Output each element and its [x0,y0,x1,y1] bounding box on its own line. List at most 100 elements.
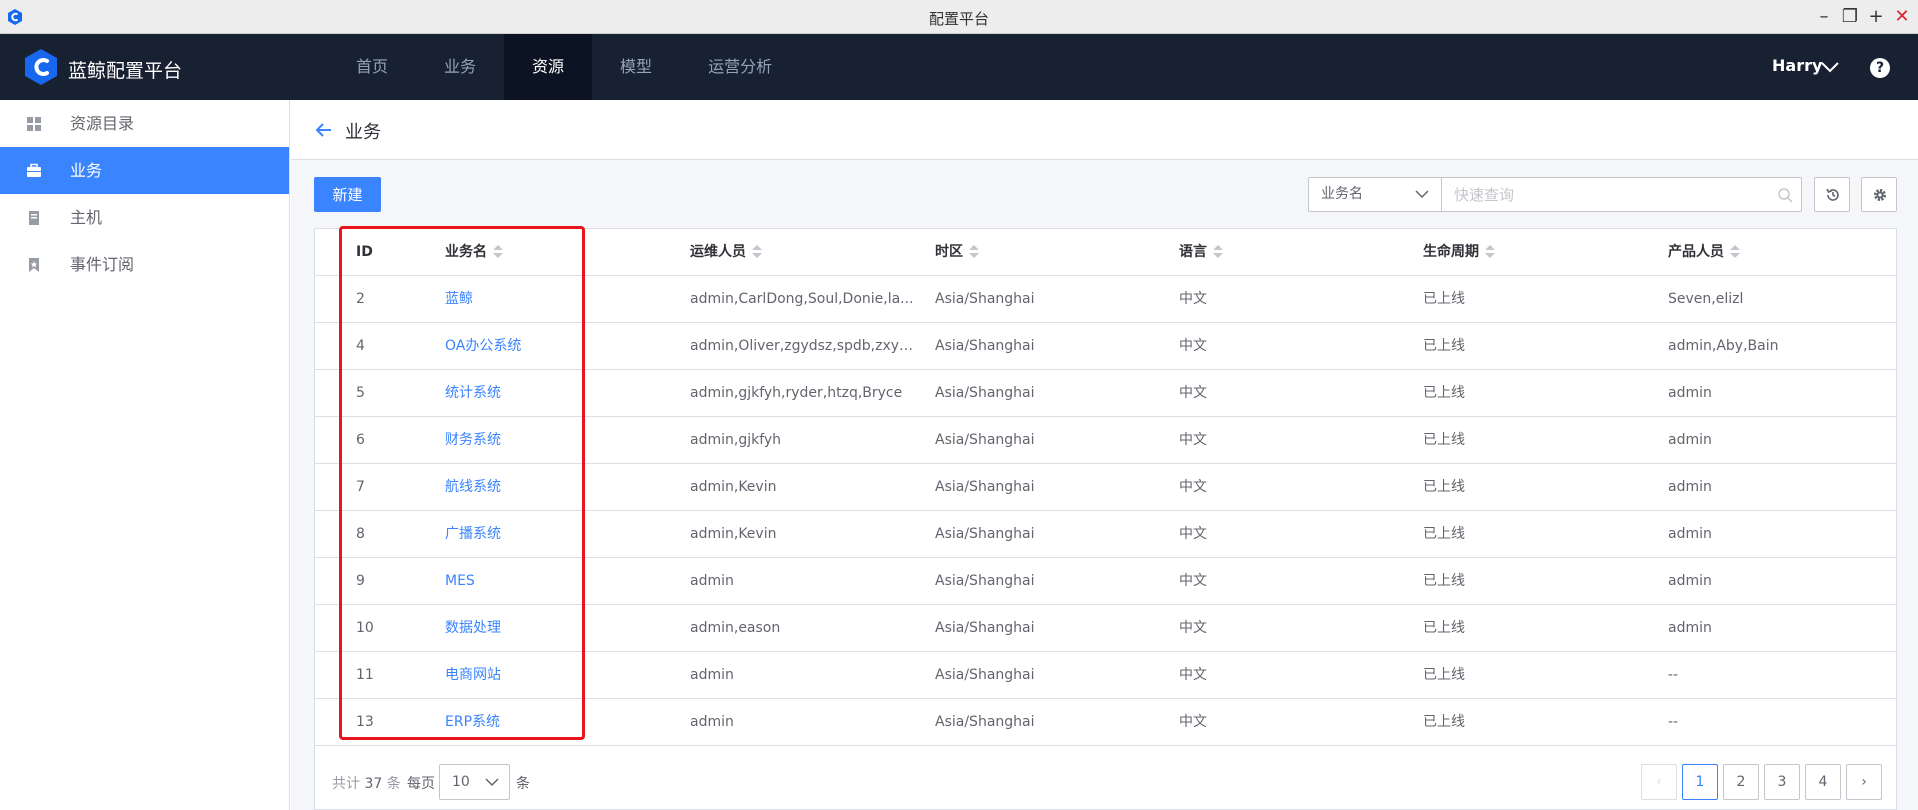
nav-item-model[interactable]: 模型 [592,34,680,100]
sidebar-item-event-subscription[interactable]: 事件订阅 [0,241,289,288]
brand-name[interactable]: 蓝鲸配置平台 [68,56,182,83]
sidebar-item-label: 业务 [70,161,103,180]
sort-icon[interactable] [493,245,503,259]
table-row[interactable]: 7 航线系统 admin,Kevin Asia/Shanghai 中文 已上线 admin [315,464,1896,511]
sidebar-item-host[interactable]: 主机 [0,194,289,241]
cell-operators: admin,gjkfyh [690,432,782,448]
table-row[interactable]: 2 蓝鲸 admin,CarlDong,Soul,Donie,la... Asia/S… [315,276,1896,323]
chevron-down-icon[interactable] [1820,60,1840,74]
history-button[interactable] [1814,177,1850,212]
table-row[interactable]: 8 广播系统 admin,Kevin Asia/Shanghai 中文 已上线 admin [315,511,1896,558]
cell-language: 中文 [1179,714,1207,730]
sidebar-item-business[interactable]: 业务 [0,147,289,194]
sidebar-item-resource-directory[interactable]: 资源目录 [0,100,289,147]
back-arrow-icon[interactable] [315,121,333,139]
cell-business-name[interactable]: 统计系统 [445,370,665,417]
cell-business-name[interactable]: 航线系统 [445,464,665,511]
sort-icon[interactable] [1485,245,1495,259]
cell-id: 7 [356,479,365,495]
cell-language: 中文 [1179,385,1207,401]
cell-language: 中文 [1179,620,1207,636]
sidebar-item-label: 主机 [70,208,103,227]
cell-operators: admin [690,667,734,683]
cell-language: 中文 [1179,432,1207,448]
column-header-product-staff[interactable]: 产品人员 [1668,229,1740,276]
settings-button[interactable] [1861,177,1897,212]
per-page-unit: 条 [516,776,530,792]
window-controls: – ❐ + ✕ [1814,7,1912,27]
table-row[interactable]: 11 电商网站 admin Asia/Shanghai 中文 已上线 -- [315,652,1896,699]
cell-timezone: Asia/Shanghai [935,291,1035,307]
cell-lifecycle: 已上线 [1423,714,1465,730]
column-header-operators[interactable]: 运维人员 [690,229,762,276]
history-icon [1826,188,1839,201]
cell-operators: admin,Kevin [690,479,777,495]
column-header-timezone[interactable]: 时区 [935,229,979,276]
per-page-select[interactable]: 10 [439,764,510,800]
cell-business-name[interactable]: 蓝鲸 [445,276,665,323]
nav-item-home[interactable]: 首页 [328,34,416,100]
sort-icon[interactable] [1213,245,1223,259]
cell-business-name[interactable]: 财务系统 [445,417,665,464]
nav-item-resource[interactable]: 资源 [504,34,593,100]
nav-item-business[interactable]: 业务 [416,34,504,100]
search-icon[interactable] [1777,187,1793,203]
filter-field-select[interactable]: 业务名 [1308,177,1442,212]
total-count: 共计 37 条 [332,776,401,792]
page-button-2[interactable]: 2 [1723,764,1759,800]
prev-page-button[interactable]: ‹ [1641,764,1677,800]
cell-product-staff: admin [1668,432,1712,448]
restore-icon[interactable]: ❐ [1840,7,1860,27]
sidebar-item-label: 资源目录 [70,114,135,133]
cell-business-name[interactable]: OA办公系统 [445,323,665,370]
help-icon[interactable]: ? [1870,58,1890,78]
cell-business-name[interactable]: 广播系统 [445,511,665,558]
page-button-1[interactable]: 1 [1682,764,1718,800]
table-row[interactable]: 5 统计系统 admin,gjkfyh,ryder,htzq,Bryce Asia/S… [315,370,1896,417]
main-content: 业务 新建 业务名 ID 业务名 运维人员 时区 语言 [291,100,1918,810]
cell-id: 13 [356,714,374,730]
cell-product-staff: -- [1668,714,1679,730]
window-title: 配置平台 [928,10,989,28]
close-icon[interactable]: ✕ [1892,7,1912,27]
minimize-icon[interactable]: – [1814,7,1834,27]
column-header-id[interactable]: ID [356,229,373,276]
sidebar: 资源目录 业务 主机 事件订阅 [0,100,290,810]
column-header-name[interactable]: 业务名 [445,229,503,276]
table-row[interactable]: 9 MES admin Asia/Shanghai 中文 已上线 admin [315,558,1896,605]
table-row[interactable]: 10 数据处理 admin,eason Asia/Shanghai 中文 已上线 admin [315,605,1896,652]
cell-business-name[interactable]: ERP系统 [445,699,665,746]
table-row[interactable]: 6 财务系统 admin,gjkfyh Asia/Shanghai 中文 已上线 admin [315,417,1896,464]
cell-timezone: Asia/Shanghai [935,432,1035,448]
search-input[interactable] [1441,177,1802,212]
column-header-lifecycle[interactable]: 生命周期 [1423,229,1495,276]
chevron-down-icon [1415,190,1429,199]
sort-icon[interactable] [1730,245,1740,259]
cell-business-name[interactable]: MES [445,558,665,605]
cell-lifecycle: 已上线 [1423,432,1465,448]
cell-timezone: Asia/Shanghai [935,620,1035,636]
cell-business-name[interactable]: 电商网站 [445,652,665,699]
maximize-icon[interactable]: + [1866,7,1886,27]
user-menu[interactable]: Harry [1772,56,1822,75]
cell-operators: admin,Kevin [690,526,777,542]
cell-product-staff: admin [1668,385,1712,401]
page-button-3[interactable]: 3 [1764,764,1800,800]
column-header-language[interactable]: 语言 [1179,229,1223,276]
nav-item-analytics[interactable]: 运营分析 [680,34,800,100]
table-row[interactable]: 4 OA办公系统 admin,Oliver,zgydsz,spdb,zxyh... A… [315,323,1896,370]
filter-field-value: 业务名 [1321,186,1363,202]
next-page-button[interactable]: › [1846,764,1882,800]
cell-business-name[interactable]: 数据处理 [445,605,665,652]
sort-icon[interactable] [752,245,762,259]
page-button-4[interactable]: 4 [1805,764,1841,800]
cell-timezone: Asia/Shanghai [935,526,1035,542]
cell-lifecycle: 已上线 [1423,620,1465,636]
new-button[interactable]: 新建 [314,177,381,212]
cell-operators: admin,CarlDong,Soul,Donie,la... [690,291,914,307]
window-titlebar: 配置平台 – ❐ + ✕ [0,0,1918,34]
cell-product-staff: Seven,elizl [1668,291,1744,307]
table-row[interactable]: 13 ERP系统 admin Asia/Shanghai 中文 已上线 -- [315,699,1896,746]
sort-icon[interactable] [969,245,979,259]
chevron-down-icon [485,778,499,787]
